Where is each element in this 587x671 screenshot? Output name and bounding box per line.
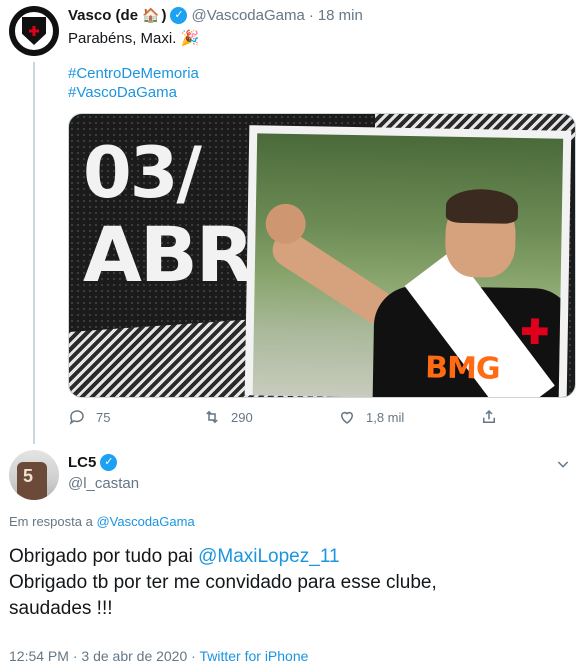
vasco-logo (12, 9, 56, 53)
retweet-count: 290 (231, 409, 253, 425)
player-hair (445, 188, 519, 224)
thread-line (33, 62, 35, 444)
reply-to-link[interactable]: @VascodaGama (96, 514, 194, 529)
image-day: 03/ (83, 132, 202, 214)
tweet-header: Vasco (de 🏠 ) ✓ @VascodaGama · 18 min (68, 7, 363, 24)
cross-icon (29, 26, 39, 36)
reply-icon (69, 410, 84, 425)
display-name[interactable]: LC5 (68, 454, 96, 471)
hashtag-link[interactable]: #VascoDaGama (68, 83, 199, 102)
chevron-down-icon[interactable] (555, 456, 571, 472)
verified-icon: ✓ (170, 7, 188, 24)
tweet-image[interactable]: 03/ ABR BMG (68, 113, 576, 398)
handle[interactable]: @l_castan (68, 475, 139, 492)
verified-icon: ✓ (100, 454, 118, 471)
share-button[interactable] (480, 408, 508, 426)
reply-count: 75 (96, 409, 111, 425)
reply-text: Obrigado por tudo pai @MaxiLopez_11 Obri… (9, 544, 579, 622)
like-button[interactable]: 1,8 mil (338, 408, 404, 426)
reply-tweet[interactable]: 5 LC5 ✓ @l_castan Em resposta a @Vascoda… (0, 444, 587, 671)
avatar-number: 5 (23, 466, 34, 486)
tweet-meta: 12:54 PM · 3 de abr de 2020 · Twitter fo… (9, 648, 308, 664)
source-link[interactable]: Twitter for iPhone (199, 648, 308, 664)
like-icon (340, 411, 354, 424)
player-photo: BMG (244, 125, 572, 397)
tweet-text: Parabéns, Maxi. 🎉 (68, 30, 200, 47)
mention-link[interactable]: @MaxiLopez_11 (198, 546, 339, 567)
meta-date[interactable]: 3 de abr de 2020 (81, 648, 187, 664)
reply-line-2: Obrigado tb por ter me convidado para es… (9, 572, 437, 593)
reply-context: Em resposta a @VascodaGama (9, 514, 195, 529)
share-icon (483, 409, 495, 423)
image-month: ABR (83, 210, 254, 299)
original-tweet[interactable]: Vasco (de 🏠 ) ✓ @VascodaGama · 18 min Pa… (0, 0, 587, 444)
reply-header: LC5 ✓ (68, 454, 121, 471)
avatar-vasco[interactable] (9, 6, 59, 56)
timestamp[interactable]: 18 min (318, 7, 363, 24)
retweet-icon (206, 410, 218, 424)
house-emoji: 🏠 (142, 7, 160, 23)
retweet-button[interactable]: 290 (203, 408, 253, 426)
avatar-lc5[interactable]: 5 (9, 450, 59, 500)
tweet-actions: 75 290 1,8 mil (68, 408, 508, 430)
reply-button[interactable]: 75 (68, 408, 110, 426)
reply-line-1-text: Obrigado por tudo pai (9, 546, 193, 567)
separator-dot: · (308, 7, 314, 24)
reply-prefix: Em resposta a (9, 514, 93, 529)
display-name[interactable]: Vasco (de (68, 7, 138, 24)
logo-shield (22, 17, 46, 45)
photo-scene: BMG (252, 133, 564, 397)
reply-line-3: saudades !!! (9, 598, 113, 619)
reply-line-1: Obrigado por tudo pai @MaxiLopez_11 (9, 544, 579, 570)
hashtag-link[interactable]: #CentroDeMemoria (68, 64, 199, 83)
like-count: 1,8 mil (366, 409, 405, 425)
hashtag-list: #CentroDeMemoria #VascoDaGama (68, 64, 199, 102)
handle[interactable]: @VascodaGama (191, 7, 304, 24)
meta-time[interactable]: 12:54 PM (9, 648, 69, 664)
sponsor-logo: BMG (424, 350, 500, 387)
display-name-suffix: ) (161, 7, 167, 24)
